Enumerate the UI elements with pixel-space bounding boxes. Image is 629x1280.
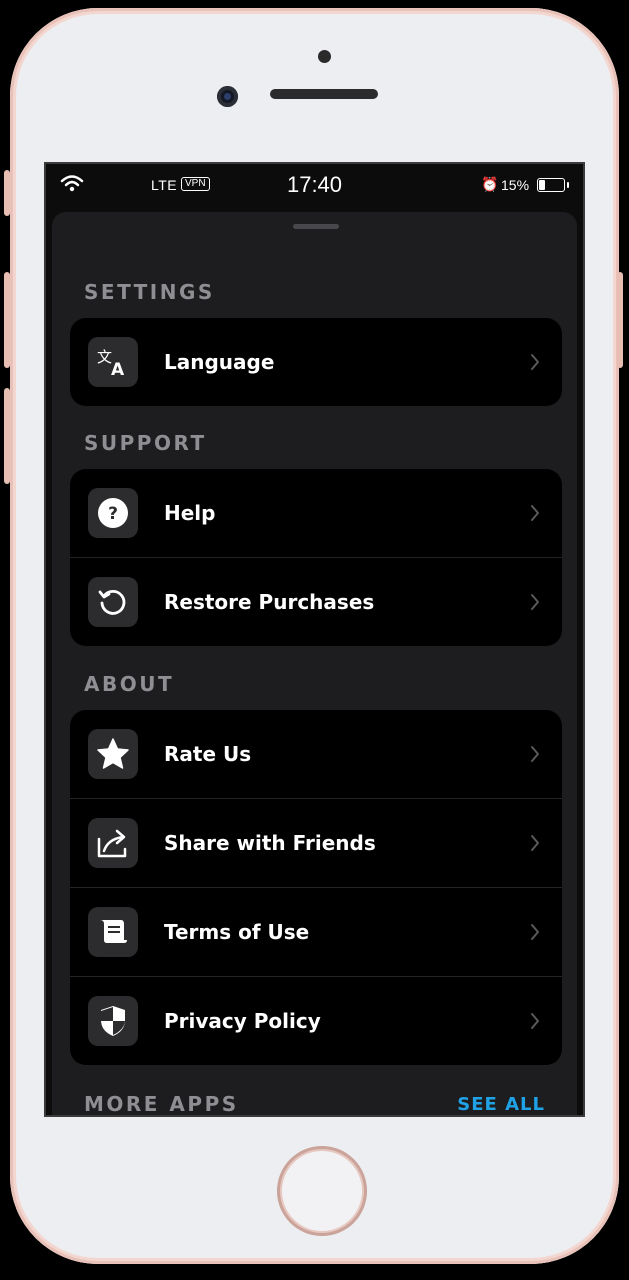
- row-label: Terms of Use: [164, 920, 310, 944]
- chevron-right-icon: [531, 1013, 539, 1029]
- proximity-sensor: [318, 50, 331, 63]
- row-terms-of-use[interactable]: Terms of Use: [70, 887, 562, 976]
- row-label: Rate Us: [164, 742, 252, 766]
- restore-icon: [88, 577, 138, 627]
- section-title-settings: SETTINGS: [84, 280, 215, 304]
- volume-down-button: [4, 388, 10, 484]
- mute-switch: [4, 170, 10, 216]
- section-title-support: SUPPORT: [84, 431, 207, 455]
- earpiece-speaker: [270, 89, 378, 99]
- share-icon: [88, 818, 138, 868]
- power-button: [617, 272, 623, 368]
- support-group: ? Help Restore Purchases: [70, 469, 562, 646]
- see-all-link[interactable]: SEE ALL: [457, 1094, 545, 1115]
- row-help[interactable]: ? Help: [70, 469, 562, 557]
- battery-percent: 15%: [501, 177, 530, 193]
- battery-icon: [537, 178, 569, 192]
- chevron-right-icon: [531, 354, 539, 370]
- row-label: Privacy Policy: [164, 1009, 321, 1033]
- chevron-right-icon: [531, 594, 539, 610]
- sheet-grabber[interactable]: [293, 224, 339, 229]
- row-label: Language: [164, 350, 275, 374]
- settings-group: 文 A Language: [70, 318, 562, 406]
- chevron-right-icon: [531, 746, 539, 762]
- chevron-right-icon: [531, 505, 539, 521]
- status-bar: LTE VPN 17:40 ⏰ 15%: [46, 164, 583, 208]
- svg-text:?: ?: [108, 504, 118, 524]
- row-label: Help: [164, 501, 216, 525]
- chevron-right-icon: [531, 924, 539, 940]
- row-label: Restore Purchases: [164, 590, 375, 614]
- chevron-right-icon: [531, 835, 539, 851]
- svg-text:文: 文: [97, 348, 112, 366]
- alarm-icon: ⏰: [481, 176, 499, 192]
- home-button[interactable]: [277, 1146, 367, 1236]
- row-language[interactable]: 文 A Language: [70, 318, 562, 406]
- about-group: Rate Us Share with Friends Terms of Use …: [70, 710, 562, 1065]
- section-title-about: ABOUT: [84, 672, 175, 696]
- settings-sheet: SETTINGS 文 A Language SUPPORT ? Help Res…: [52, 212, 577, 1116]
- shield-icon: [88, 996, 138, 1046]
- section-title-more-apps: MORE APPS: [84, 1092, 239, 1116]
- star-icon: [88, 729, 138, 779]
- row-rate-us[interactable]: Rate Us: [70, 710, 562, 798]
- svg-text:A: A: [111, 360, 125, 377]
- question-icon: ?: [88, 488, 138, 538]
- screen: LTE VPN 17:40 ⏰ 15% SETTINGS 文 A Languag…: [44, 162, 585, 1117]
- translate-icon: 文 A: [88, 337, 138, 387]
- row-share-with-friends[interactable]: Share with Friends: [70, 798, 562, 887]
- scroll-icon: [88, 907, 138, 957]
- front-camera: [217, 86, 238, 107]
- row-label: Share with Friends: [164, 831, 376, 855]
- volume-up-button: [4, 272, 10, 368]
- row-restore-purchases[interactable]: Restore Purchases: [70, 557, 562, 646]
- row-privacy-policy[interactable]: Privacy Policy: [70, 976, 562, 1065]
